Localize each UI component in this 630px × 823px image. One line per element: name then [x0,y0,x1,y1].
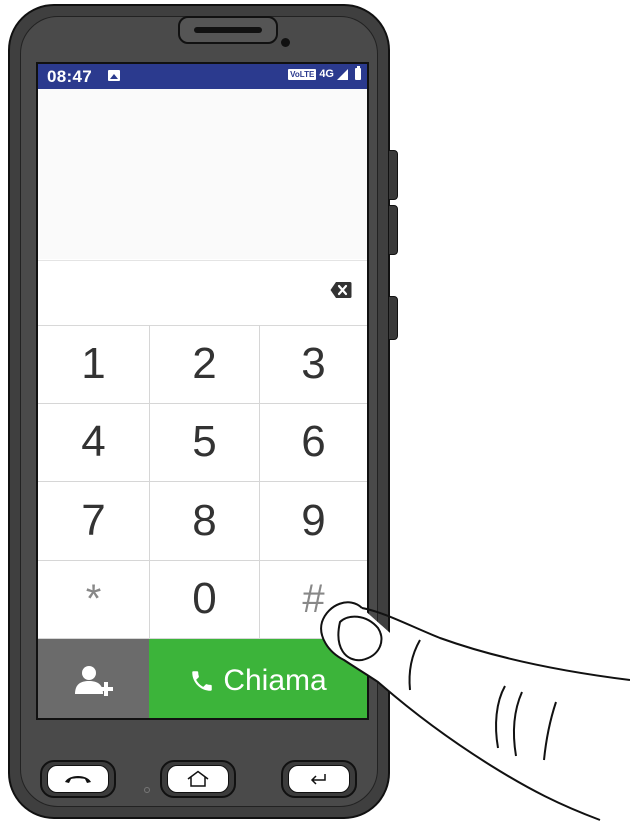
side-button-volume-down [388,205,398,255]
network-type: 4G [319,68,334,80]
home-hardware-button[interactable] [160,760,236,798]
add-contact-icon [74,665,113,696]
key-2[interactable]: 2 [150,325,260,404]
signal-icon [337,68,348,80]
key-7[interactable]: 7 [38,482,150,561]
key-8[interactable]: 8 [150,482,260,561]
end-call-hardware-button[interactable] [40,760,116,798]
battery-icon [355,66,361,80]
key-1[interactable]: 1 [38,325,150,404]
add-contact-button[interactable] [38,639,149,718]
status-time: 08:47 [47,67,92,86]
key-star[interactable]: * [38,560,150,639]
side-button-volume-up [388,150,398,200]
microphone [144,787,150,793]
finger-pointer-illustration [320,601,630,821]
key-3[interactable]: 3 [260,325,367,404]
backspace-icon[interactable] [330,281,352,299]
earpiece [178,16,278,44]
image-notification-icon [108,70,120,81]
key-9[interactable]: 9 [260,482,367,561]
key-6[interactable]: 6 [260,404,367,482]
volte-badge: VoLTE [288,68,317,80]
contact-area [38,89,367,259]
phone-icon [192,670,213,691]
end-call-icon [65,776,91,783]
home-icon [187,770,209,787]
status-icons: VoLTE 4G [288,66,361,80]
key-5[interactable]: 5 [150,403,260,482]
number-display[interactable] [38,260,367,326]
status-bar: 08:47 VoLTE 4G [38,64,367,89]
front-camera [281,38,290,47]
key-4[interactable]: 4 [38,403,150,482]
side-button-power [388,296,398,340]
key-0[interactable]: 0 [150,560,260,639]
